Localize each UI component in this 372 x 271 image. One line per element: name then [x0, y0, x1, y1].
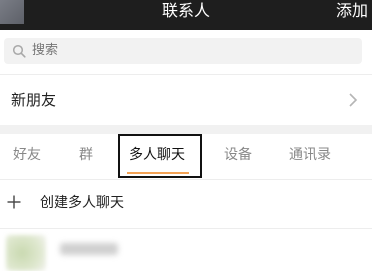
page-title: 联系人	[161, 1, 210, 20]
search-input[interactable]	[32, 38, 332, 64]
tab-devices[interactable]: 设备	[224, 134, 252, 179]
tab-address-book[interactable]: 通讯录	[289, 134, 331, 179]
create-multi-chat-label: 创建多人聊天	[40, 195, 124, 211]
plus-icon	[7, 195, 21, 209]
search-icon	[12, 44, 26, 58]
blurred-name	[60, 243, 118, 255]
section-divider	[0, 125, 372, 134]
annotation-highlight-box	[118, 134, 202, 178]
create-multi-chat-row[interactable]: 创建多人聊天	[0, 180, 372, 229]
search-box[interactable]	[4, 38, 362, 64]
tab-friends[interactable]: 好友	[13, 134, 41, 179]
top-bar: 联系人 添加	[0, 0, 372, 30]
add-button[interactable]: 添加	[336, 0, 368, 24]
search-bar	[0, 30, 372, 75]
tab-groups[interactable]: 群	[79, 134, 93, 179]
new-friends-label: 新朋友	[11, 91, 57, 109]
new-friends-row[interactable]: 新朋友	[0, 75, 372, 125]
list-item[interactable]	[0, 229, 372, 271]
chevron-right-icon	[349, 93, 358, 107]
avatar	[6, 235, 46, 271]
